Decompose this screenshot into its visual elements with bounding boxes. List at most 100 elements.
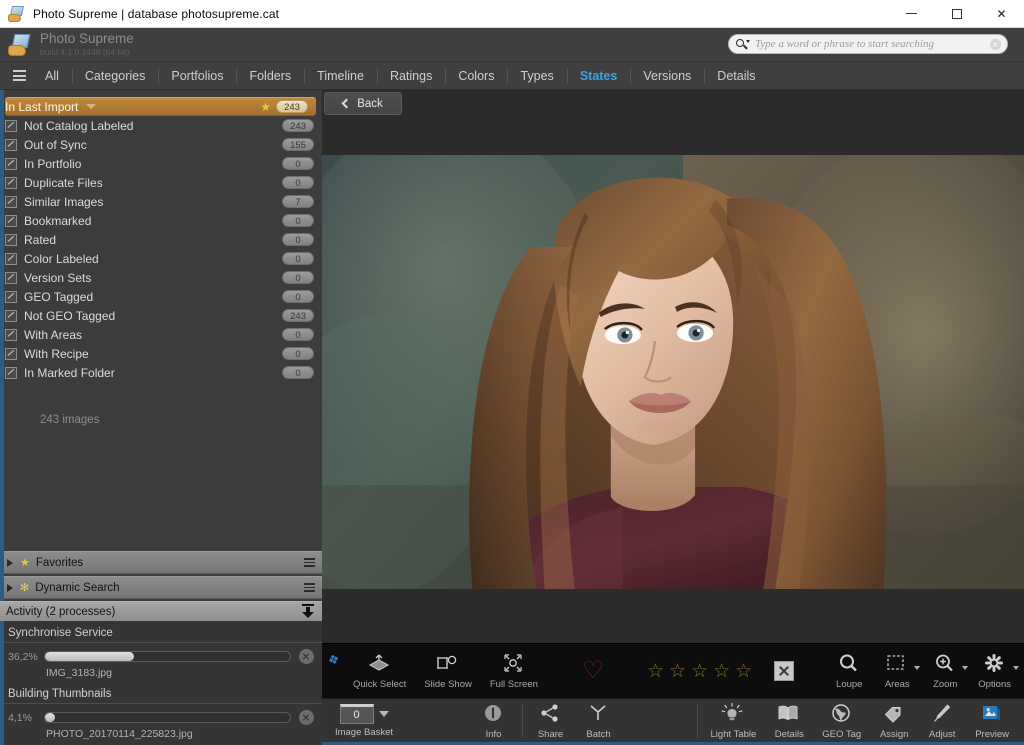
state-checkbox[interactable] [5, 310, 17, 322]
loupe-button[interactable]: Loupe [825, 652, 873, 690]
tab-categories[interactable]: Categories [72, 62, 158, 90]
state-row[interactable]: Duplicate Files0 [0, 173, 322, 192]
state-checkbox[interactable] [5, 120, 17, 132]
full-screen-button[interactable]: Full Screen [481, 652, 547, 690]
state-checkbox[interactable] [5, 177, 17, 189]
state-row[interactable]: Rated0 [0, 230, 322, 249]
chevron-right-icon[interactable] [7, 559, 13, 567]
state-checkbox[interactable] [5, 253, 17, 265]
batch-button[interactable]: Batch [575, 702, 623, 740]
state-row[interactable]: In Portfolio0 [0, 154, 322, 173]
state-checkbox[interactable] [5, 329, 17, 341]
state-checkbox[interactable] [5, 234, 17, 246]
rating-stars[interactable]: ☆ ☆ ☆ ☆ ☆ [639, 662, 760, 681]
rating-star-1[interactable]: ☆ [647, 662, 664, 681]
state-checkbox[interactable] [5, 272, 17, 284]
tab-versions[interactable]: Versions [630, 62, 704, 90]
panel-menu-icon[interactable] [304, 558, 315, 567]
state-row[interactable]: With Recipe0 [0, 344, 322, 363]
panel-menu-icon[interactable] [304, 583, 315, 592]
state-checkbox[interactable] [5, 196, 17, 208]
state-row[interactable]: In Last Import★243 [5, 97, 316, 116]
chevron-down-icon[interactable] [86, 104, 96, 109]
chevron-down-icon[interactable] [914, 666, 920, 670]
chevron-down-icon[interactable] [962, 666, 968, 670]
tab-label: Portfolios [171, 69, 223, 83]
light-table-button[interactable]: Light Table [702, 702, 766, 740]
state-checkbox[interactable] [5, 139, 17, 151]
state-row[interactable]: Similar Images7 [0, 192, 322, 211]
state-checkbox[interactable] [5, 291, 17, 303]
clear-search-icon[interactable] [990, 39, 1001, 50]
heart-icon[interactable]: ♡ [578, 659, 608, 683]
panel-dynamic-search[interactable]: ✻Dynamic Search [0, 576, 322, 599]
state-count-badge: 243 [276, 100, 308, 113]
state-row[interactable]: GEO Tagged0 [0, 287, 322, 306]
zoom-button[interactable]: Zoom [921, 652, 969, 690]
state-row[interactable]: Not Catalog Labeled243 [0, 116, 322, 135]
preview-button[interactable]: Preview [966, 702, 1018, 740]
state-checkbox[interactable] [5, 215, 17, 227]
minimize-button[interactable] [889, 0, 934, 27]
back-button[interactable]: Back [324, 92, 402, 115]
tab-folders[interactable]: Folders [236, 62, 304, 90]
state-label: Out of Sync [24, 138, 282, 152]
tab-states[interactable]: States [567, 62, 631, 90]
menu-hamburger-icon[interactable] [6, 70, 32, 81]
state-label: GEO Tagged [24, 290, 282, 304]
rating-star-3[interactable]: ☆ [691, 662, 708, 681]
cancel-process-icon[interactable] [299, 649, 314, 664]
tab-timeline[interactable]: Timeline [304, 62, 377, 90]
tab-label: Folders [249, 69, 291, 83]
tab-colors[interactable]: Colors [445, 62, 507, 90]
main-tabs: AllCategories Portfolios Folders TimelineRa… [0, 62, 1024, 90]
state-row[interactable]: In Marked Folder0 [0, 363, 322, 382]
state-row[interactable]: Out of Sync155 [0, 135, 322, 154]
zoom-icon [932, 652, 958, 676]
favorite-star-icon[interactable]: ★ [260, 100, 271, 114]
search-input[interactable]: Type a word or phrase to start searching [728, 34, 1008, 54]
state-checkbox[interactable] [5, 158, 17, 170]
state-row[interactable]: Color Labeled0 [0, 249, 322, 268]
adjust-button[interactable]: Adjust [918, 702, 966, 740]
slide-show-button[interactable]: Slide Show [415, 652, 481, 690]
image-basket-button[interactable]: 0 Image Basket [322, 704, 406, 738]
state-checkbox[interactable] [5, 348, 17, 360]
state-row[interactable]: With Areas0 [0, 325, 322, 344]
rating-star-4[interactable]: ☆ [713, 662, 730, 681]
pin-icon[interactable]: ❖ [326, 650, 342, 669]
chevron-right-icon[interactable] [7, 584, 13, 592]
clear-rating-icon[interactable] [774, 661, 794, 681]
panel-favorites[interactable]: ★Favorites [0, 551, 322, 574]
tab-all[interactable]: All [32, 62, 72, 90]
chevron-down-icon[interactable] [1013, 666, 1019, 670]
chevron-down-icon[interactable] [379, 711, 389, 717]
tab-types[interactable]: Types [507, 62, 566, 90]
info-button[interactable]: Info [470, 702, 518, 740]
areas-button[interactable]: Areas [873, 652, 921, 690]
rating-star-5[interactable]: ☆ [735, 662, 752, 681]
state-row[interactable]: Bookmarked0 [0, 211, 322, 230]
app-window: Photo Supreme | database photosupreme.ca… [0, 0, 1024, 745]
share-button[interactable]: Share [527, 702, 575, 740]
cancel-process-icon[interactable] [299, 710, 314, 725]
tab-ratings[interactable]: Ratings [377, 62, 445, 90]
rating-star-2[interactable]: ☆ [669, 662, 686, 681]
activity-header[interactable]: Activity (2 processes) [0, 601, 322, 621]
geo-tag-button[interactable]: GEO Tag [813, 702, 870, 740]
assign-button[interactable]: Assign [870, 702, 918, 740]
state-count-badge: 7 [282, 195, 314, 208]
state-checkbox[interactable] [5, 367, 17, 379]
photo-area[interactable] [322, 118, 1024, 643]
tab-details[interactable]: Details [704, 62, 768, 90]
state-row[interactable]: Version Sets0 [0, 268, 322, 287]
maximize-button[interactable] [934, 0, 979, 27]
tab-portfolios[interactable]: Portfolios [158, 62, 236, 90]
close-button[interactable]: ✕ [979, 0, 1024, 27]
options-button[interactable]: Options [969, 652, 1020, 690]
details-button[interactable]: Details [765, 702, 813, 740]
state-count-badge: 0 [282, 176, 314, 189]
state-row[interactable]: Not GEO Tagged243 [0, 306, 322, 325]
quick-select-button[interactable]: Quick Select [344, 652, 415, 690]
collapse-activity-icon[interactable] [300, 604, 316, 619]
